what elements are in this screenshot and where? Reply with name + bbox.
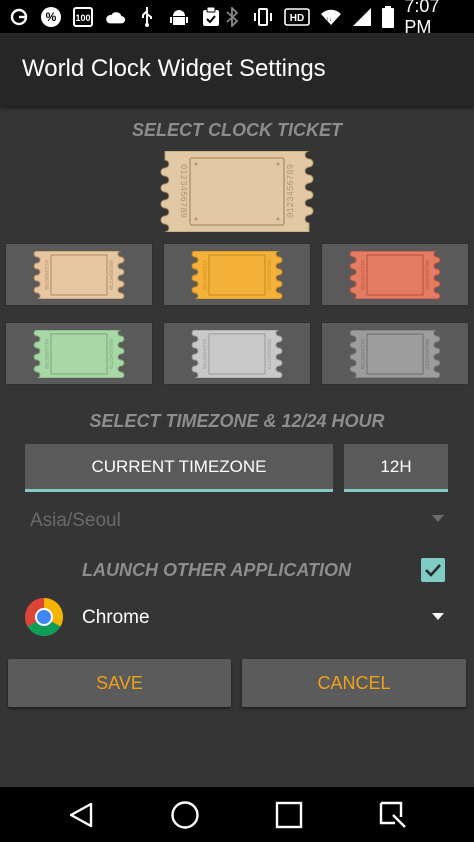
status-bar-right: HD ↑↓ 7:07 PM [222, 0, 466, 38]
back-button[interactable] [65, 799, 97, 831]
check-icon [425, 564, 441, 577]
svg-text:%: % [46, 10, 57, 24]
svg-text:0123456789: 0123456789 [425, 338, 431, 368]
ticket-option-dark-gray[interactable]: 0123456789 0123456789 [321, 322, 469, 385]
status-bar: % 100 HD ↑↓ 7:07 PM [0, 0, 474, 37]
current-timezone-button[interactable]: CURRENT TIMEZONE [25, 444, 333, 492]
svg-text:0123456789: 0123456789 [267, 259, 273, 289]
dropdown-arrow-icon [432, 515, 444, 522]
svg-text:↑↓: ↑↓ [326, 17, 332, 23]
vibrate-icon [252, 6, 274, 28]
ticket-icon: 0123456789 0123456789 [33, 329, 125, 378]
battery-icon [382, 5, 395, 28]
svg-text:0123456789: 0123456789 [109, 338, 115, 368]
home-button[interactable] [169, 799, 201, 831]
back-icon [69, 802, 93, 828]
save-button[interactable]: SAVE [8, 659, 231, 707]
ticket-option-green[interactable]: 0123456789 0123456789 [5, 322, 153, 385]
recents-icon [275, 801, 303, 829]
page-title: World Clock Widget Settings [22, 55, 326, 82]
svg-text:0123456789: 0123456789 [109, 259, 115, 289]
select-clock-ticket-heading: SELECT CLOCK TICKET [132, 120, 342, 140]
svg-text:0123456789: 0123456789 [201, 259, 207, 289]
ticket-icon: 0123456789 0123456789 [33, 250, 125, 299]
svg-text:0123456789: 0123456789 [43, 259, 49, 289]
capture-button[interactable] [377, 799, 409, 831]
chrome-icon [24, 597, 64, 637]
ticket-option-tan[interactable]: 0123456789 0123456789 [5, 243, 153, 306]
launch-app-checkbox[interactable] [421, 558, 445, 582]
svg-text:0123456789: 0123456789 [43, 338, 49, 368]
select-timezone-heading: SELECT TIMEZONE & 12/24 HOUR [89, 411, 385, 431]
ticket-option-light-gray[interactable]: 0123456789 0123456789 [163, 322, 311, 385]
svg-text:HD: HD [290, 13, 304, 24]
wifi-icon: ↑↓ [320, 6, 342, 28]
ticket-number-left: 0123456789 [178, 164, 188, 218]
status-time: 7:07 PM [404, 0, 440, 37]
ticket-option-red[interactable]: 0123456789 0123456789 [321, 243, 469, 306]
svg-text:0123456789: 0123456789 [359, 338, 365, 368]
ticket-number-right: 0123456789 [286, 164, 296, 218]
svg-text:0123456789: 0123456789 [359, 259, 365, 289]
launch-other-app-label: LAUNCH OTHER APPLICATION [82, 560, 351, 580]
selected-ticket-preview: 0123456789 0123456789 [159, 150, 315, 233]
usb-icon [136, 6, 158, 28]
ticket-option-orange[interactable]: 0123456789 0123456789 [163, 243, 311, 306]
svg-text:0123456789: 0123456789 [425, 259, 431, 289]
recents-button[interactable] [273, 799, 305, 831]
svg-text:0123456789: 0123456789 [201, 338, 207, 368]
navigation-bar [0, 787, 474, 842]
ticket-icon: 0123456789 0123456789 [349, 329, 441, 378]
hundred-icon: 100 [72, 6, 94, 28]
bluetooth-icon [222, 6, 242, 28]
cancel-button[interactable]: CANCEL [242, 659, 466, 707]
cloud-icon [104, 6, 126, 28]
ticket-icon: 0123456789 0123456789 [191, 250, 283, 299]
home-icon [171, 801, 199, 829]
dropdown-arrow-icon [432, 613, 444, 620]
capture-icon [379, 801, 406, 828]
app-name: Chrome [82, 607, 150, 628]
android-icon [168, 6, 190, 28]
signal-icon [352, 6, 372, 28]
lg-icon [8, 6, 30, 28]
clipboard-icon [200, 6, 222, 28]
svg-text:100: 100 [75, 13, 90, 23]
percent-icon: % [40, 6, 62, 28]
ticket-icon: 0123456789 0123456789 [349, 250, 441, 299]
svg-text:0123456789: 0123456789 [267, 338, 273, 368]
status-bar-left: % 100 [8, 6, 222, 28]
hour-format-button[interactable]: 12H [344, 444, 448, 492]
hd-icon: HD [284, 6, 311, 28]
ticket-icon: 0123456789 0123456789 [191, 329, 283, 378]
app-bar: World Clock Widget Settings [0, 33, 474, 106]
timezone-value: Asia/Seoul [30, 510, 121, 531]
